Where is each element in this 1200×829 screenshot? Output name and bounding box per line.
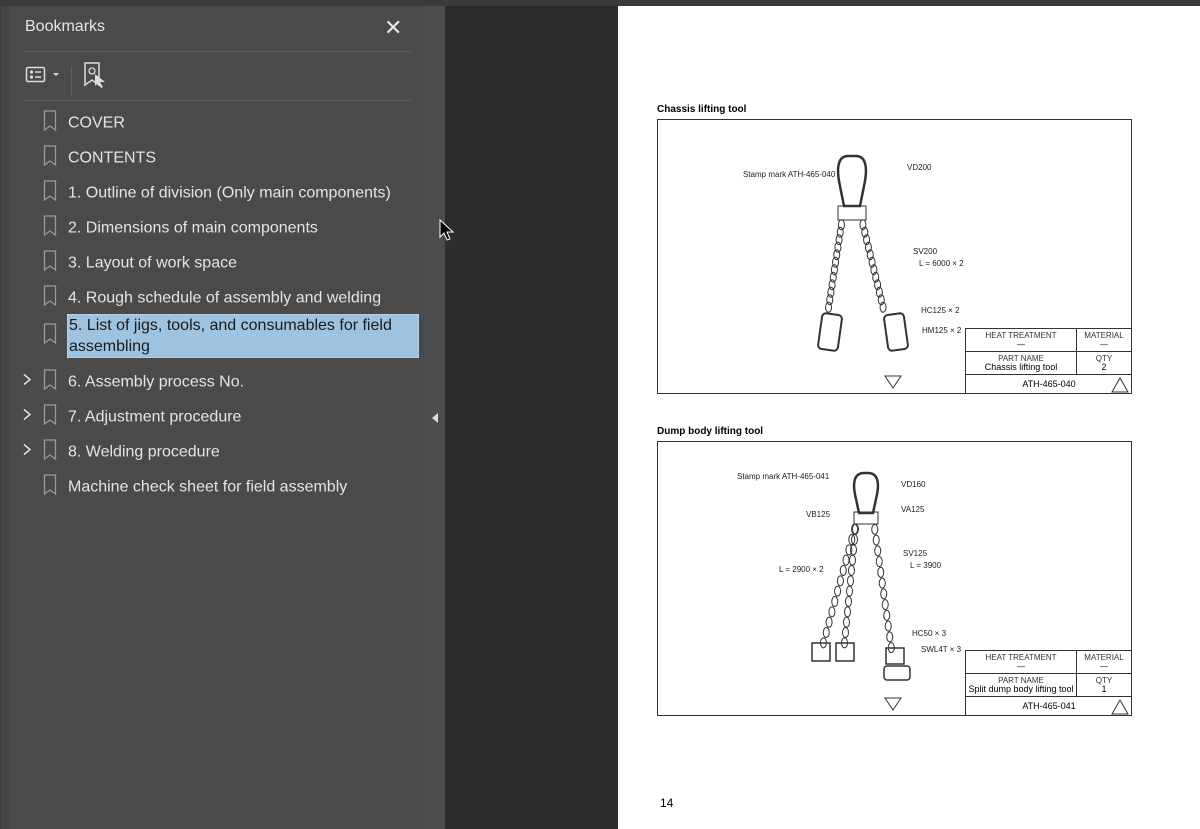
- bookmark-icon: [43, 284, 57, 311]
- part-name-value: Split dump body lifting tool: [968, 684, 1074, 694]
- bookmark-label: 1. Outline of division (Only main compon…: [68, 184, 391, 201]
- callout-label: L = 6000 × 2: [919, 259, 964, 268]
- callout-label: VB125: [806, 510, 831, 519]
- bookmark-icon: [43, 109, 57, 136]
- heat-treatment-value: —: [1017, 340, 1025, 349]
- bookmark-label: 5. List of jigs, tools, and consumables …: [67, 314, 419, 358]
- bookmark-icon: [43, 144, 57, 171]
- chevron-right-icon[interactable]: [21, 407, 33, 426]
- list-options-icon[interactable]: [25, 64, 63, 91]
- document-background: [439, 6, 618, 829]
- title-block: HEAT TREATMENT — MATERIAL — PART NAME Sp…: [965, 650, 1132, 716]
- bookmark-label: CONTENTS: [68, 149, 156, 166]
- heat-treatment-header: HEAT TREATMENT: [985, 331, 1057, 340]
- document-page: Chassis lifting tool HEAT TREATMENT — MA…: [618, 6, 1200, 829]
- close-icon[interactable]: ✕: [384, 15, 402, 41]
- callout-label: VA125: [901, 505, 925, 514]
- heat-treatment-value: —: [1017, 662, 1025, 671]
- bookmark-icon: [43, 214, 57, 241]
- drawing-code: ATH-465-040: [1022, 379, 1076, 389]
- callout-label: SWL4T × 3: [921, 645, 962, 654]
- figure-title: Dump body lifting tool: [657, 426, 764, 437]
- callout-label: HM125 × 2: [922, 326, 962, 335]
- callout-label: VD160: [901, 480, 926, 489]
- chevron-right-icon[interactable]: [21, 442, 33, 461]
- triangle-up-icon: [1111, 377, 1129, 393]
- bookmark-icon: [43, 323, 57, 350]
- bookmark-icon: [43, 473, 57, 500]
- bookmark-label: 8. Welding procedure: [68, 443, 220, 460]
- callout-label: L = 2900 × 2: [779, 565, 824, 574]
- bookmark-item[interactable]: 3. Layout of work space: [1, 245, 426, 280]
- mouse-cursor-icon: [439, 219, 455, 241]
- bookmark-item[interactable]: 7. Adjustment procedure: [1, 399, 426, 434]
- toolbar-separator: [71, 66, 72, 96]
- callout-label: Stamp mark ATH-465-040: [743, 170, 836, 179]
- bookmark-label: 6. Assembly process No.: [68, 373, 245, 390]
- bookmark-label: 2. Dimensions of main components: [68, 219, 318, 236]
- divider: [24, 100, 411, 101]
- panel-title: Bookmarks: [25, 18, 106, 35]
- figure-title: Chassis lifting tool: [657, 104, 747, 115]
- callout-label: SV200: [913, 247, 938, 256]
- qty-value: 1: [1101, 684, 1107, 694]
- material-value: —: [1100, 662, 1108, 671]
- callout-label: SV125: [903, 549, 928, 558]
- bookmarks-panel: Bookmarks ✕ COVER CONTENTS 1. Outline of d…: [0, 6, 425, 829]
- bookmark-icon: [43, 403, 57, 430]
- title-block: HEAT TREATMENT — MATERIAL — PART NAME Ch…: [965, 328, 1132, 394]
- panel-splitter[interactable]: [425, 6, 445, 829]
- bookmark-item[interactable]: 6. Assembly process No.: [1, 364, 426, 399]
- material-header: MATERIAL: [1084, 653, 1124, 662]
- bookmark-icon: [43, 438, 57, 465]
- bookmark-item[interactable]: 5. List of jigs, tools, and consumables …: [1, 313, 426, 359]
- dump-body-lifting-tool-drawing: [811, 471, 911, 681]
- material-value: —: [1100, 340, 1108, 349]
- chevron-right-icon[interactable]: [21, 372, 33, 391]
- bookmark-item[interactable]: 1. Outline of division (Only main compon…: [1, 175, 426, 210]
- material-header: MATERIAL: [1084, 331, 1124, 340]
- heat-treatment-header: HEAT TREATMENT: [985, 653, 1057, 662]
- bookmark-label: Machine check sheet for field assembly: [68, 478, 348, 495]
- triangle-down-icon: [884, 697, 902, 711]
- bookmark-item[interactable]: 4. Rough schedule of assembly and weldin…: [1, 280, 426, 315]
- bookmark-item[interactable]: CONTENTS: [1, 140, 426, 175]
- bookmark-label: COVER: [68, 114, 125, 131]
- callout-label: Stamp mark ATH-465-041: [737, 472, 830, 481]
- collapse-panel-icon[interactable]: [431, 411, 439, 429]
- callout-label: VD200: [907, 163, 932, 172]
- bookmark-icon: [43, 249, 57, 276]
- drawing-code: ATH-465-041: [1022, 701, 1076, 711]
- triangle-up-icon: [1111, 699, 1129, 715]
- bookmark-item[interactable]: 2. Dimensions of main components: [1, 210, 426, 245]
- bookmark-find-current-icon[interactable]: [83, 61, 109, 94]
- callout-label: HC50 × 3: [912, 629, 947, 638]
- bookmark-item[interactable]: COVER: [1, 105, 426, 140]
- bookmark-label: 3. Layout of work space: [68, 254, 237, 271]
- bookmark-label: 7. Adjustment procedure: [68, 408, 242, 425]
- triangle-down-icon: [884, 375, 902, 389]
- bookmark-item[interactable]: 8. Welding procedure: [1, 434, 426, 469]
- callout-label: L = 3900: [910, 561, 942, 570]
- bookmark-icon: [43, 368, 57, 395]
- chassis-lifting-tool-drawing: [817, 154, 909, 352]
- part-name-value: Chassis lifting tool: [984, 362, 1058, 372]
- bookmark-item[interactable]: Machine check sheet for field assembly: [1, 469, 426, 504]
- divider: [24, 51, 411, 52]
- bookmark-icon: [43, 179, 57, 206]
- page-number: 14: [660, 796, 674, 810]
- bookmark-label: 4. Rough schedule of assembly and weldin…: [68, 289, 382, 306]
- qty-value: 2: [1101, 362, 1107, 372]
- callout-label: HC125 × 2: [921, 306, 960, 315]
